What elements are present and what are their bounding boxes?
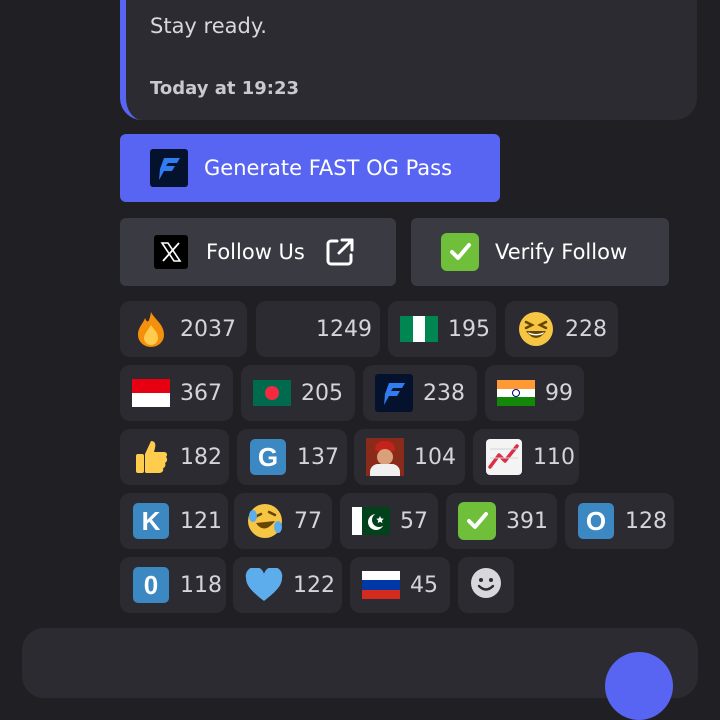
- letter-o-icon: O: [577, 502, 615, 540]
- verify-follow-button[interactable]: Verify Follow: [411, 218, 669, 286]
- reaction-digit-zero[interactable]: 0 118: [120, 557, 226, 613]
- reaction-count: 99: [545, 380, 573, 406]
- reaction-grinning-squinting[interactable]: 228: [505, 301, 618, 357]
- embed-card: Stay ready. Today at 19:23: [120, 0, 697, 120]
- flag-indonesia-icon: [132, 374, 170, 412]
- reaction-count: 228: [565, 316, 607, 342]
- fast-logo-icon: [375, 374, 413, 412]
- generate-button-label: Generate FAST OG Pass: [204, 156, 453, 180]
- reaction-count: 391: [506, 508, 548, 534]
- letter-o-glyph: O: [578, 503, 614, 539]
- reaction-count: 367: [180, 380, 222, 406]
- blue-heart-icon: [245, 566, 283, 604]
- reaction-flag-bangladesh[interactable]: 205: [241, 365, 355, 421]
- reaction-avatar-photo[interactable]: 104: [354, 429, 465, 485]
- reaction-flag-nigeria[interactable]: 195: [388, 301, 496, 357]
- thumbs-up-icon: [132, 438, 170, 476]
- reaction-count: 2037: [180, 316, 236, 342]
- external-link-icon: [323, 235, 357, 269]
- reaction-thumbs-up[interactable]: 182: [120, 429, 229, 485]
- x-logo-icon: [152, 233, 190, 271]
- fire-icon: [132, 310, 170, 348]
- reaction-count: 205: [301, 380, 343, 406]
- message-composer[interactable]: [22, 628, 698, 698]
- chart-increasing-icon: [485, 438, 523, 476]
- embed-description: Stay ready.: [150, 14, 267, 38]
- check-mark-button-icon: [441, 233, 479, 271]
- reaction-flag-indonesia[interactable]: 367: [120, 365, 233, 421]
- reaction-blank[interactable]: 1249: [256, 301, 380, 357]
- reaction-rolling-laughing[interactable]: 77: [234, 493, 332, 549]
- send-button[interactable]: [605, 652, 673, 720]
- reaction-count: 77: [294, 508, 322, 534]
- add-reaction-smiley-icon: [470, 567, 502, 603]
- reaction-flag-russia[interactable]: 45: [350, 557, 450, 613]
- reaction-count: 137: [297, 444, 339, 470]
- letter-g-glyph: G: [250, 439, 286, 475]
- digit-zero-glyph: 0: [133, 567, 169, 603]
- follow-button-label: Follow Us: [206, 240, 305, 264]
- reaction-fast-logo[interactable]: 238: [363, 365, 477, 421]
- reaction-count: 128: [625, 508, 667, 534]
- reaction-fire[interactable]: 2037: [120, 301, 247, 357]
- reaction-flag-india[interactable]: 99: [485, 365, 584, 421]
- reaction-chart-increasing[interactable]: 110: [473, 429, 579, 485]
- reaction-check-mark[interactable]: 391: [446, 493, 557, 549]
- reaction-count: 45: [410, 572, 438, 598]
- verify-button-label: Verify Follow: [495, 240, 628, 264]
- reaction-count: 118: [180, 572, 222, 598]
- grinning-squinting-face-icon: [517, 310, 555, 348]
- reaction-count: 57: [400, 508, 428, 534]
- flag-bangladesh-icon: [253, 374, 291, 412]
- flag-india-icon: [497, 374, 535, 412]
- reaction-flag-pakistan[interactable]: 57: [340, 493, 438, 549]
- add-reaction-button[interactable]: [458, 557, 514, 613]
- reaction-count: 182: [180, 444, 222, 470]
- flag-russia-icon: [362, 566, 400, 604]
- flag-nigeria-icon: [400, 310, 439, 348]
- reaction-letter-o[interactable]: O 128: [565, 493, 674, 549]
- rolling-laughing-face-icon: [246, 502, 284, 540]
- check-mark-button-icon: [458, 502, 496, 540]
- embed-timestamp: Today at 19:23: [150, 78, 300, 99]
- letter-k-glyph: K: [133, 503, 169, 539]
- avatar-photo-icon: [366, 438, 404, 476]
- fast-logo-icon: [150, 149, 188, 187]
- reaction-count: 121: [180, 508, 222, 534]
- reaction-count: 195: [448, 316, 490, 342]
- letter-g-icon: G: [249, 438, 287, 476]
- reaction-count: 110: [533, 444, 575, 470]
- reaction-count: 104: [414, 444, 456, 470]
- reaction-letter-g[interactable]: G 137: [237, 429, 347, 485]
- reaction-blue-heart[interactable]: 122: [233, 557, 342, 613]
- reaction-count: 238: [423, 380, 465, 406]
- reaction-count: 1249: [316, 316, 372, 342]
- digit-zero-icon: 0: [132, 566, 170, 604]
- follow-us-button[interactable]: Follow Us: [120, 218, 396, 286]
- generate-og-pass-button[interactable]: Generate FAST OG Pass: [120, 134, 500, 202]
- flag-pakistan-icon: [352, 502, 390, 540]
- reaction-letter-k[interactable]: K 121: [120, 493, 228, 549]
- reaction-count: 122: [293, 572, 335, 598]
- letter-k-icon: K: [132, 502, 170, 540]
